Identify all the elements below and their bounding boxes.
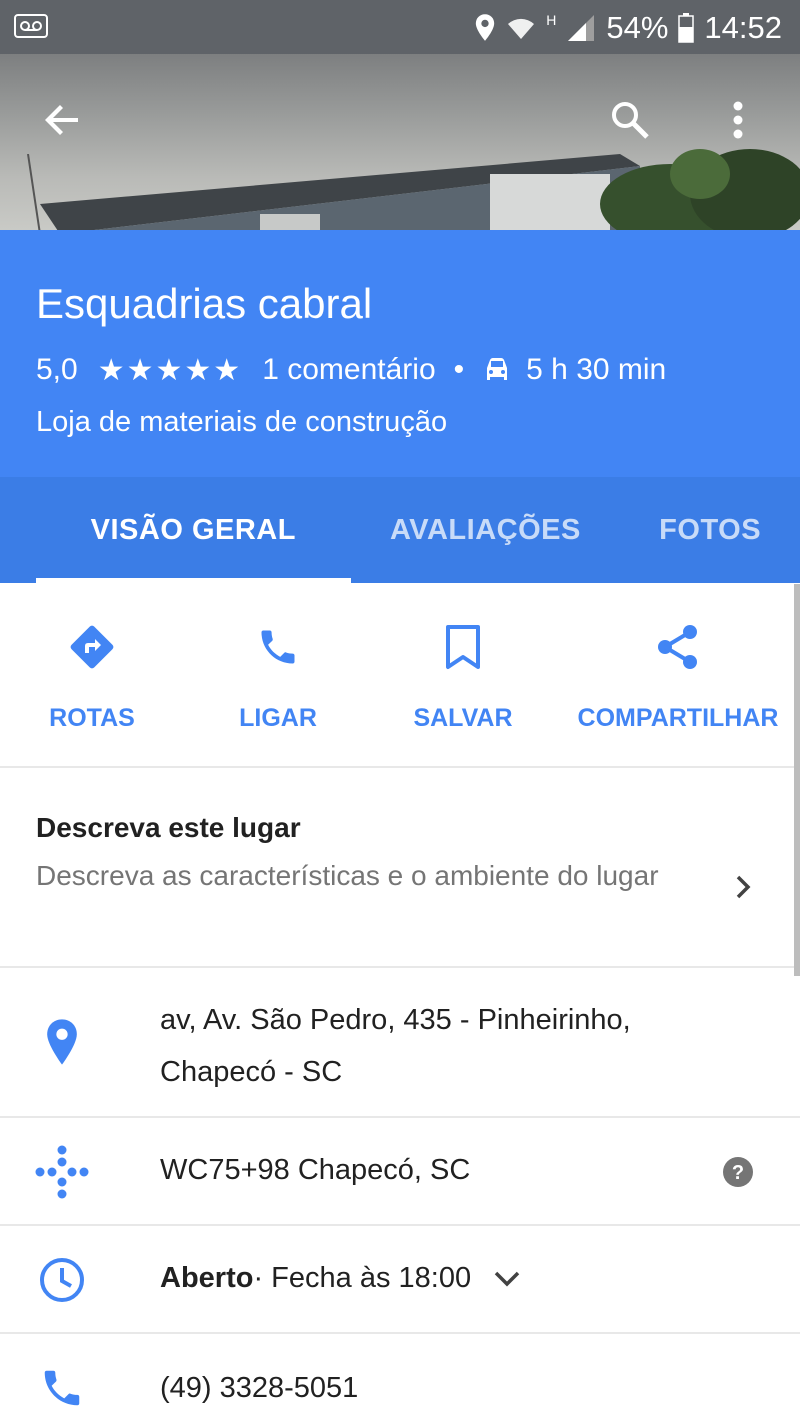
clock: 14:52 [704,10,782,45]
rating-stars: ★★★★★ [97,353,243,387]
more-vert-icon [733,101,743,139]
describe-subtitle: Descreva as características e o ambiente… [36,860,659,891]
search-button[interactable] [602,92,658,148]
directions-label: ROTAS [49,704,135,732]
meta-separator: • [453,353,465,386]
hours-detail: · Fecha às 18:00 [253,1262,472,1294]
address-text: av, Av. São Pedro, 435 - Pinheirinho, Ch… [160,1004,631,1088]
status-bar: H 54% 14:52 [0,0,800,54]
wifi-icon [506,13,536,43]
tab-bar: VISÃO GERAL AVALIAÇÕES FOTOS [0,477,800,583]
search-icon [612,102,649,139]
action-bar: ROTAS LIGAR SALVAR COMPARTILHAR [0,584,800,768]
phone-row[interactable]: (49) 3328-5051 [0,1334,800,1422]
more-options-button[interactable] [710,92,766,148]
scrollbar[interactable] [794,584,800,976]
trees-image [600,149,800,230]
place-category: Loja de materiais de construção [36,406,448,438]
plus-code-icon [30,1142,94,1202]
tab-reviews[interactable]: AVALIAÇÕES [351,477,621,583]
call-button[interactable]: LIGAR [208,584,348,768]
building-roof-image [27,154,640,230]
phone-icon [256,620,300,674]
location-icon [474,13,496,43]
call-label: LIGAR [239,704,317,732]
help-icon[interactable]: ? [722,1156,754,1193]
directions-button[interactable]: ROTAS [22,584,162,768]
bookmark-icon [445,620,481,674]
battery-icon [678,13,695,43]
save-label: SALVAR [413,704,513,732]
plus-code-text: WC75+98 Chapecó, SC [160,1154,471,1186]
tab-overview[interactable]: VISÃO GERAL [36,477,351,583]
phone-number: (49) 3328-5051 [160,1372,359,1404]
signal-icon [566,13,596,43]
battery-percent: 54% [606,10,669,45]
place-name: Esquadrias cabral [36,280,373,327]
address-row[interactable]: av, Av. São Pedro, 435 - Pinheirinho, Ch… [0,968,800,1118]
chevron-down-icon[interactable] [493,1270,521,1288]
location-pin-icon [30,1012,94,1072]
directions-icon [68,620,116,674]
voicemail-icon [14,14,48,43]
clock-icon [30,1250,94,1310]
car-icon [482,356,512,384]
arrow-back-icon [45,105,78,135]
hours-status: Aberto [160,1262,254,1294]
svg-text:?: ? [732,1162,744,1184]
drive-time: 5 h 30 min [526,353,667,386]
plus-code-row[interactable]: WC75+98 Chapecó, SC ? [0,1118,800,1226]
network-type: H [546,12,557,28]
rating-value: 5,0 [36,353,78,386]
describe-place-card[interactable]: Descreva este lugar Descreva as caracter… [0,770,800,968]
place-photo[interactable] [0,54,800,230]
chevron-right-icon [734,874,752,905]
phone-icon [30,1358,94,1418]
back-button[interactable] [34,92,90,148]
save-button[interactable]: SALVAR [393,584,533,768]
place-meta: 5,0 ★★★★★ 1 comentário • 5 h 30 min [36,350,666,390]
share-label: COMPARTILHAR [577,704,779,732]
share-button[interactable]: COMPARTILHAR [568,584,788,768]
place-summary: Esquadrias cabral 5,0 ★★★★★ 1 comentário… [0,230,800,477]
tab-photos[interactable]: FOTOS [620,477,800,583]
hours-row[interactable]: Aberto · Fecha às 18:00 [0,1226,800,1334]
reviews-link[interactable]: 1 comentário [262,353,435,387]
share-icon [656,620,700,674]
describe-title: Descreva este lugar [36,812,301,843]
